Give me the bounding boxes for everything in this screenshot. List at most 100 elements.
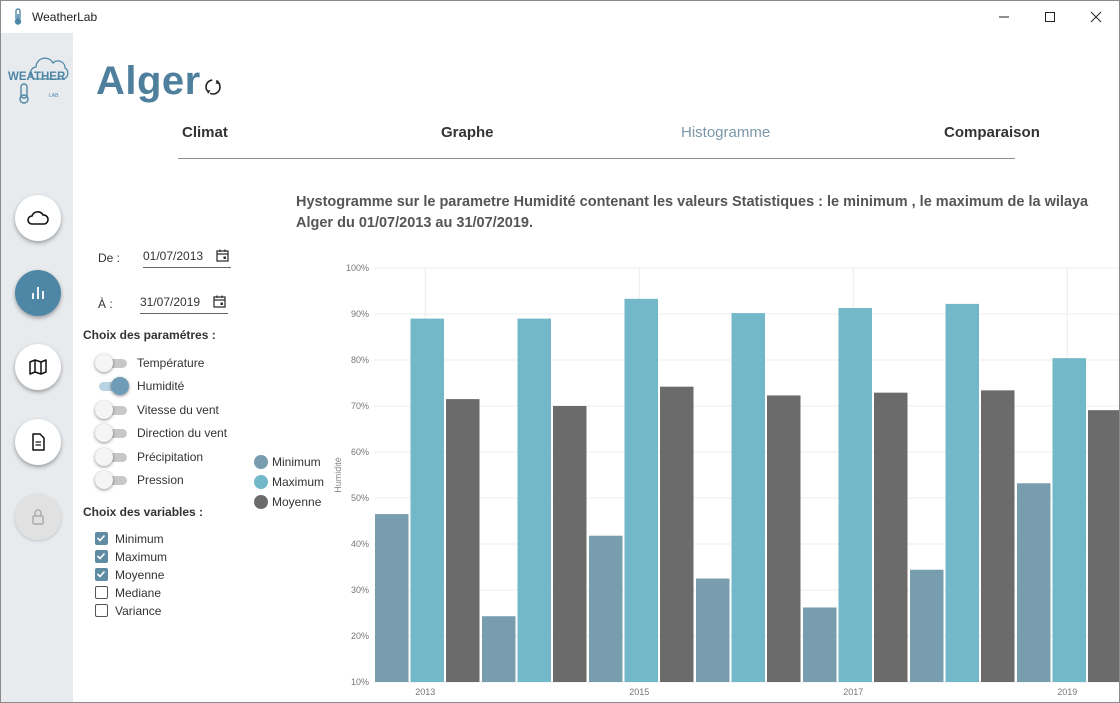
refresh-icon[interactable] xyxy=(203,77,223,97)
maximize-button[interactable] xyxy=(1027,1,1073,33)
checkbox-box xyxy=(95,604,108,617)
legend-item-moyenne[interactable]: Moyenne xyxy=(254,494,334,510)
checkbox-label: Mediane xyxy=(115,586,162,600)
y-tick-label: 100% xyxy=(346,263,369,273)
legend-label: Moyenne xyxy=(272,495,322,509)
checkbox-minimum[interactable]: Minimum xyxy=(95,532,215,548)
checkbox-box xyxy=(95,550,108,563)
toggle-pression[interactable]: Pression xyxy=(95,471,245,491)
checkbox-moyenne[interactable]: Moyenne xyxy=(95,568,215,584)
toggle-label: Humidité xyxy=(137,379,185,393)
calendar-icon[interactable] xyxy=(216,249,229,262)
thermometer-app-icon xyxy=(14,8,22,25)
histogram-chart: 10% 20% 30% 40% 50% 60% 70% 80% 90% 100% 2013 2015 2… xyxy=(331,256,1119,702)
check-icon xyxy=(96,570,106,578)
legend-item-maximum[interactable]: Maximum xyxy=(254,474,334,490)
toggle-direction-vent[interactable]: Direction du vent xyxy=(95,424,245,444)
side-rail: WEATHER LAB xyxy=(1,33,73,702)
date-from-label: De : xyxy=(98,251,121,265)
bar-moyenne-2015 xyxy=(660,386,694,682)
toggle-label: Direction du vent xyxy=(137,426,228,440)
toggle-label: Pression xyxy=(137,473,184,487)
bar-maximum-2016 xyxy=(731,313,765,682)
legend-label: Maximum xyxy=(272,475,325,489)
weatherlab-logo: WEATHER LAB xyxy=(8,57,69,104)
checkbox-label: Minimum xyxy=(115,532,164,546)
bar-maximum-2018 xyxy=(945,303,979,682)
tab-climat[interactable]: Climat xyxy=(182,124,228,141)
calendar-icon[interactable] xyxy=(213,295,226,308)
bar-minimum-2013 xyxy=(375,514,409,682)
variables-title: Choix des variables : xyxy=(83,505,204,519)
legend-dot xyxy=(254,455,268,469)
toggle-knob xyxy=(95,354,113,372)
tab-bar: Climat Graphe Histogramme Comparaison xyxy=(178,119,1040,159)
toggle-label: Précipitation xyxy=(137,450,204,464)
toggle-knob xyxy=(111,377,129,395)
bar-minimum-2014 xyxy=(482,616,516,682)
params-title: Choix des paramétres : xyxy=(83,328,216,342)
y-tick-label: 50% xyxy=(351,493,369,503)
toggle-knob xyxy=(95,424,113,442)
checkbox-label: Moyenne xyxy=(115,568,165,582)
x-tick-label: 2017 xyxy=(843,687,863,697)
date-from-value: 01/07/2013 xyxy=(143,249,204,263)
bar-moyenne-2013 xyxy=(446,399,480,682)
tab-graphe[interactable]: Graphe xyxy=(441,124,494,141)
checkbox-maximum[interactable]: Maximum xyxy=(95,550,215,566)
histogram-svg: 10% 20% 30% 40% 50% 60% 70% 80% 90% 100% 2013 2015 2… xyxy=(333,263,1119,697)
close-button[interactable] xyxy=(1073,1,1119,33)
legend-item-minimum[interactable]: Minimum xyxy=(254,454,334,470)
bar-maximum-2015 xyxy=(624,298,658,682)
legend-dot xyxy=(254,475,268,489)
checkbox-mediane[interactable]: Mediane xyxy=(95,586,215,602)
checkbox-label: Maximum xyxy=(115,550,168,564)
rail-button-locked xyxy=(15,494,61,540)
y-tick-label: 60% xyxy=(351,447,369,457)
rail-button-charts[interactable] xyxy=(15,270,61,316)
toggle-knob xyxy=(95,401,113,419)
title-bar: WeatherLab xyxy=(1,1,1119,33)
y-tick-label: 70% xyxy=(351,401,369,411)
minimize-button[interactable] xyxy=(981,1,1027,33)
bar-maximum-2014 xyxy=(517,318,551,682)
toggle-temperature[interactable]: Température xyxy=(95,354,245,374)
app-title: WeatherLab xyxy=(32,10,98,24)
x-tick-label: 2013 xyxy=(415,687,435,697)
checkbox-label: Variance xyxy=(115,604,162,618)
chart-description: Hystogramme sur le parametre Humidité co… xyxy=(296,194,1089,231)
rail-button-report[interactable] xyxy=(15,419,61,465)
bar-moyenne-2014 xyxy=(553,406,587,682)
y-tick-label: 90% xyxy=(351,309,369,319)
toggle-label: Température xyxy=(137,356,205,370)
rail-button-climate[interactable] xyxy=(15,195,61,241)
lock-icon xyxy=(32,509,44,525)
toggle-label: Vitesse du vent xyxy=(137,403,219,417)
legend-label: Minimum xyxy=(272,455,321,469)
y-tick-label: 80% xyxy=(351,355,369,365)
toggle-precipitation[interactable]: Précipitation xyxy=(95,448,245,468)
page-title: Alger xyxy=(96,59,201,103)
checkbox-box xyxy=(95,568,108,581)
tab-comparaison[interactable]: Comparaison xyxy=(944,124,1040,141)
bar-chart-icon xyxy=(32,287,44,299)
date-from-field[interactable]: 01/07/2013 xyxy=(143,246,231,268)
minimize-icon xyxy=(999,16,1009,18)
maximize-icon xyxy=(1045,12,1055,22)
logo-subtext: LAB xyxy=(49,93,59,99)
bar-minimum-2018 xyxy=(910,569,944,682)
date-to-field[interactable]: 31/07/2019 xyxy=(140,292,228,314)
bar-maximum-2017 xyxy=(838,308,872,682)
toggle-vitesse-vent[interactable]: Vitesse du vent xyxy=(95,401,245,421)
toggle-humidite[interactable]: Humidité xyxy=(95,377,245,397)
checkbox-variance[interactable]: Variance xyxy=(95,604,215,620)
bar-minimum-2019 xyxy=(1017,483,1051,682)
bar-minimum-2016 xyxy=(696,578,730,682)
y-tick-label: 40% xyxy=(351,539,369,549)
y-tick-label: 30% xyxy=(351,585,369,595)
bar-minimum-2015 xyxy=(589,535,623,682)
tab-histogramme[interactable]: Histogramme xyxy=(681,124,770,141)
y-axis-label: Humidité xyxy=(333,457,343,493)
rail-button-map[interactable] xyxy=(15,344,61,390)
toggle-knob xyxy=(95,448,113,466)
